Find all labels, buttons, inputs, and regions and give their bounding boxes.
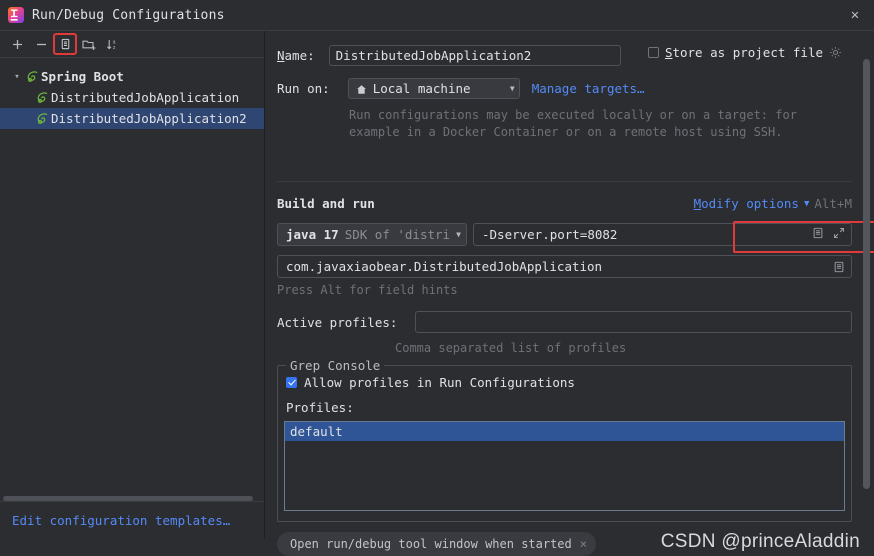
- section-divider: [277, 181, 852, 182]
- open-tool-window-label: Open run/debug tool window when started: [290, 537, 572, 551]
- configurations-toolbar: a z: [0, 31, 264, 58]
- gear-icon[interactable]: [829, 46, 842, 59]
- configurations-footer: Edit configuration templates…: [0, 501, 264, 539]
- chevron-down-icon: ▼: [456, 230, 461, 239]
- jre-dropdown[interactable]: java 17 SDK of 'distri ▼: [277, 223, 467, 246]
- active-profiles-input[interactable]: [415, 311, 852, 333]
- chevron-down-icon: ▼: [509, 84, 515, 93]
- add-configuration-button[interactable]: [6, 34, 28, 54]
- configuration-form: Name: Store as project file: [265, 31, 874, 556]
- vm-options-icons: [812, 227, 845, 242]
- dialog-title: Run/Debug Configurations: [32, 7, 225, 23]
- sort-alphabetical-icon[interactable]: a z: [102, 34, 124, 54]
- run-on-description-line1: Run configurations may be executed local…: [349, 108, 797, 122]
- spring-boot-icon: [34, 111, 49, 126]
- store-as-project-file-label: Store as project file: [664, 45, 823, 60]
- tree-node-spring-boot[interactable]: ▾ Spring Boot: [0, 66, 264, 87]
- run-on-dropdown[interactable]: Local machine ▼: [347, 78, 520, 99]
- configurations-pane: a z ▾ Spring Boot DistributedJobApplicat…: [0, 31, 265, 539]
- main-class-value: com.javaxiaobear.DistributedJobApplicati…: [286, 259, 603, 274]
- jre-name: java 17: [286, 227, 339, 242]
- list-icon[interactable]: [812, 227, 824, 242]
- remove-configuration-button[interactable]: [30, 34, 52, 54]
- store-as-project-file-checkbox[interactable]: [647, 47, 659, 58]
- allow-profiles-label: Allow profiles in Run Configurations: [304, 375, 575, 390]
- configuration-editor-pane: Name: Store as project file: [265, 31, 874, 556]
- spring-boot-icon: [34, 90, 49, 105]
- intellij-idea-icon: [8, 7, 24, 23]
- tree-node-label: Spring Boot: [41, 69, 124, 84]
- store-as-project-file-group[interactable]: Store as project file: [647, 45, 842, 60]
- run-on-value: Local machine: [372, 81, 471, 96]
- spring-boot-icon: [24, 69, 39, 84]
- chevron-down-icon[interactable]: ▾: [10, 72, 24, 82]
- open-tool-window-chip[interactable]: Open run/debug tool window when started …: [277, 532, 596, 556]
- name-label: Name:: [277, 48, 315, 63]
- list-item[interactable]: default: [285, 422, 844, 441]
- run-on-label: Run on:: [277, 81, 330, 96]
- profiles-listbox[interactable]: default: [284, 421, 845, 511]
- allow-profiles-row[interactable]: Allow profiles in Run Configurations: [286, 375, 575, 390]
- chevron-down-icon[interactable]: ▼: [804, 199, 809, 209]
- profiles-label: Profiles:: [286, 400, 354, 415]
- edit-configuration-templates-link[interactable]: Edit configuration templates…: [12, 513, 230, 528]
- tree-node-label: DistributedJobApplication2: [51, 111, 247, 126]
- editor-vertical-scrollbar[interactable]: [863, 59, 870, 519]
- dialog-body: a z ▾ Spring Boot DistributedJobApplicat…: [0, 31, 874, 556]
- copy-configuration-button[interactable]: [53, 33, 77, 55]
- tree-node-distributedjobapplication[interactable]: DistributedJobApplication: [0, 87, 264, 108]
- main-class-input[interactable]: com.javaxiaobear.DistributedJobApplicati…: [277, 255, 852, 278]
- alt-field-hints: Press Alt for field hints: [277, 283, 458, 297]
- grep-console-title: Grep Console: [286, 358, 385, 373]
- tree-node-distributedjobapplication2[interactable]: DistributedJobApplication2: [0, 108, 264, 129]
- active-profiles-label: Active profiles:: [277, 314, 398, 330]
- modify-options-shortcut: Alt+M: [814, 196, 852, 211]
- run-debug-configurations-dialog: Run/Debug Configurations ✕ a z ▾ Spring …: [0, 0, 874, 556]
- active-profiles-row: Active profiles:: [277, 311, 852, 333]
- home-icon: [356, 83, 367, 94]
- modify-options-link[interactable]: Modify options: [694, 196, 799, 211]
- grep-console-group: Grep Console Allow profiles in Run Confi…: [277, 358, 852, 522]
- vm-options-input[interactable]: -Dserver.port=8082: [473, 223, 852, 246]
- configurations-tree[interactable]: ▾ Spring Boot DistributedJobApplication …: [0, 58, 264, 501]
- active-profiles-hint: Comma separated list of profiles: [395, 341, 627, 355]
- new-folder-button[interactable]: [78, 34, 100, 54]
- close-icon[interactable]: ×: [580, 537, 587, 551]
- tree-node-label: DistributedJobApplication: [51, 90, 240, 105]
- allow-profiles-checkbox[interactable]: [286, 377, 297, 388]
- run-on-description-line2: example in a Docker Container or on a re…: [349, 125, 783, 139]
- run-on-row: Run on: Local machine ▼ Manage targets…: [277, 78, 645, 99]
- list-icon[interactable]: [833, 261, 845, 273]
- modify-options-group[interactable]: Modify options ▼ Alt+M: [694, 196, 852, 211]
- svg-text:z: z: [113, 45, 116, 51]
- watermark: CSDN @princeAladdin: [660, 531, 860, 552]
- vm-options-value: -Dserver.port=8082: [482, 227, 618, 242]
- configurations-horizontal-scrollbar[interactable]: [0, 495, 265, 502]
- title-bar: Run/Debug Configurations ✕: [0, 0, 874, 31]
- jre-description: SDK of 'distri: [344, 227, 451, 242]
- expand-icon[interactable]: [833, 227, 845, 242]
- name-input[interactable]: [328, 45, 621, 66]
- manage-targets-link[interactable]: Manage targets…: [532, 81, 645, 96]
- close-icon[interactable]: ✕: [836, 0, 874, 30]
- build-and-run-title: Build and run: [277, 196, 375, 211]
- name-row: Name: Store as project file: [277, 45, 852, 66]
- run-on-description: Run configurations may be executed local…: [349, 107, 797, 141]
